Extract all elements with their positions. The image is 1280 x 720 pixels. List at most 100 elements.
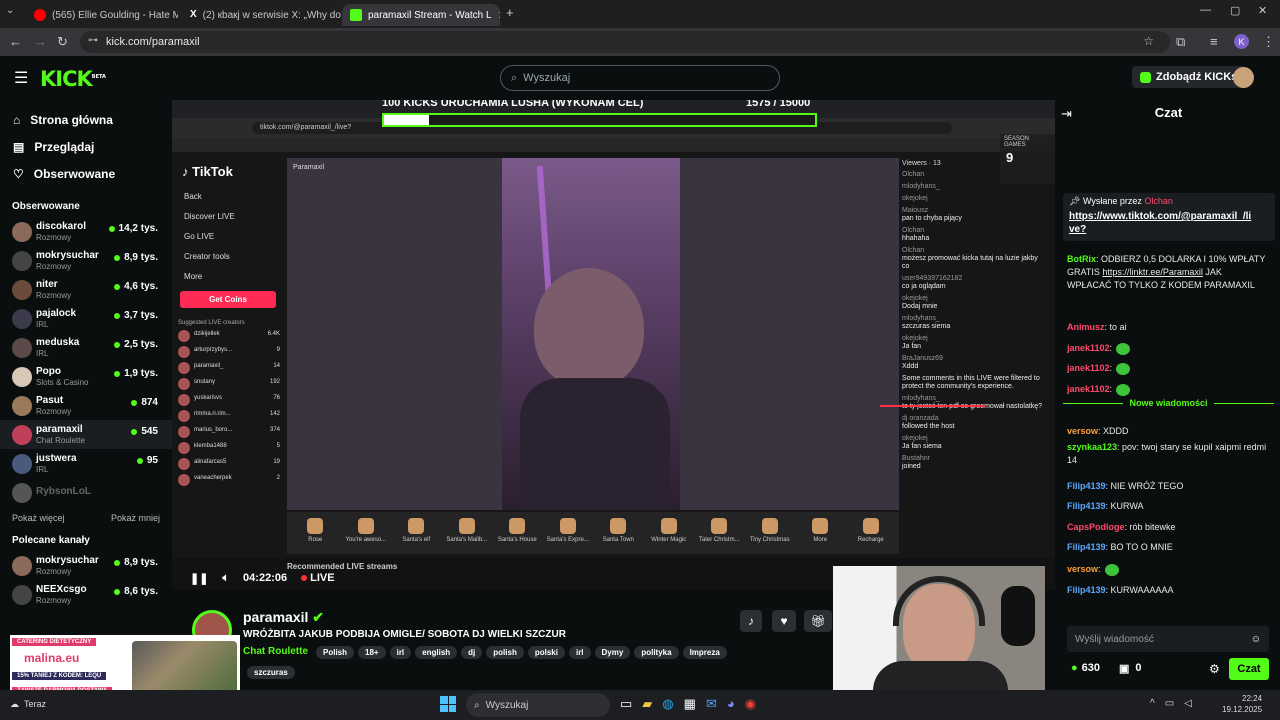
tag[interactable]: irl	[568, 646, 591, 659]
tag[interactable]: 18+	[358, 646, 386, 659]
edge-icon[interactable]: ◍	[662, 696, 673, 712]
close-icon[interactable]: ✕	[498, 9, 500, 22]
nav-home[interactable]: ⌂ Strona główna	[0, 106, 172, 133]
profile-avatar[interactable]: K	[1234, 34, 1249, 49]
volume-icon[interactable]: 🔈︎	[222, 572, 229, 585]
chat-link[interactable]: https://linktr.ee/Paramaxil	[1102, 267, 1203, 277]
notification-button[interactable]: ♪	[740, 610, 762, 632]
channel-avatar	[12, 366, 32, 387]
sidebar-channel[interactable]: meduska IRL 2,5 tys.	[0, 333, 172, 362]
tag[interactable]: polityka	[634, 646, 679, 659]
clock[interactable]: 22:24 19.12.2025	[1222, 693, 1262, 715]
tag[interactable]: Polish	[316, 646, 355, 659]
chat-username[interactable]: janek1102	[1067, 343, 1110, 353]
network-icon[interactable]: ▭	[1165, 698, 1174, 709]
search-input[interactable]: ⌕ Wyszukaj	[500, 65, 780, 91]
file-explorer-icon[interactable]: ▰	[642, 696, 652, 712]
sidebar-channel[interactable]: paramaxil Chat Roulette 545	[0, 420, 172, 449]
tag[interactable]: polski	[527, 646, 565, 659]
get-kicks-button[interactable]: Zdobądź KICKs	[1132, 66, 1246, 88]
chat-username[interactable]: BotRix	[1067, 254, 1096, 264]
chat-username[interactable]: versow	[1067, 564, 1098, 574]
sidebar-channel[interactable]: niter Rozmowy 4,6 tys.	[0, 275, 172, 304]
tag[interactable]: Dymy	[594, 646, 631, 659]
chat-username[interactable]: Filip4139	[1067, 501, 1106, 511]
gift-sub-button[interactable]: 🎁︎	[804, 610, 832, 632]
pinned-link[interactable]: https://www.tiktok.com/@paramaxil_/live?	[1069, 210, 1269, 236]
reload-icon[interactable]: ↻	[57, 34, 68, 50]
chat-username[interactable]: Animusz	[1067, 322, 1105, 332]
start-button[interactable]	[440, 696, 456, 712]
volume-icon[interactable]: ◁	[1184, 698, 1192, 709]
tag[interactable]: dj	[461, 646, 483, 659]
task-view-icon[interactable]: ▭	[620, 696, 632, 712]
tab-search-icon[interactable]: ⌄	[6, 5, 14, 16]
bookmark-star-icon[interactable]: ☆	[1143, 34, 1154, 48]
chat-username[interactable]: janek1102	[1067, 384, 1110, 394]
user-avatar[interactable]	[1233, 67, 1254, 88]
sidebar-channel[interactable]: justwera IRL 95	[0, 449, 172, 478]
tag[interactable]: english	[415, 646, 458, 659]
chat-input[interactable]: Wyślij wiadomość ☺	[1067, 626, 1269, 652]
kick-logo[interactable]: KICKBETA	[40, 67, 106, 91]
minimize-icon[interactable]: —	[1200, 4, 1211, 16]
points-counter[interactable]: ● 630	[1071, 662, 1100, 674]
sidebar-channel[interactable]: mokrysuchar Rozmowy 8,9 tys.	[0, 551, 172, 580]
settings-gear-icon[interactable]: ⚙	[1209, 662, 1220, 676]
back-icon[interactable]: ←	[9, 34, 22, 49]
browser-tab-kick[interactable]: paramaxil Stream - Watch L ✕	[342, 4, 500, 26]
window-close-icon[interactable]: ✕	[1258, 4, 1267, 17]
mail-icon[interactable]: ✉	[706, 696, 717, 712]
chat-username[interactable]: Filip4139	[1067, 481, 1106, 491]
emoji-icon[interactable]: ☺	[1251, 634, 1261, 645]
pause-icon[interactable]: ❚❚	[190, 572, 208, 585]
chat-username[interactable]: Filip4139	[1067, 542, 1106, 552]
show-more-button[interactable]: Pokaż więcej	[12, 513, 65, 523]
sidebar-channel[interactable]: Pasut Rozmowy 874	[0, 391, 172, 420]
media-icon[interactable]: ≡	[1210, 34, 1218, 49]
sidebar-channel[interactable]: pajalock IRL 3,7 tys.	[0, 304, 172, 333]
nav-browse[interactable]: ▤ Przeglądaj	[0, 133, 172, 160]
taskbar-search[interactable]: ⌕ Wyszukaj	[466, 693, 610, 717]
chat-username[interactable]: szynkaa123	[1067, 442, 1117, 452]
sidebar-channel[interactable]: mokrysuchar Rozmowy 8,9 tys.	[0, 246, 172, 275]
store-icon[interactable]: ▦	[684, 696, 696, 712]
discord-icon[interactable]: ◕	[727, 696, 735, 712]
channel-name[interactable]: paramaxil	[243, 609, 308, 625]
chat-username[interactable]: janek1102	[1067, 363, 1110, 373]
follow-button[interactable]: ♥	[772, 610, 796, 632]
nav-following[interactable]: ♡ Obserwowane	[0, 160, 172, 187]
extensions-icon[interactable]: ⧉	[1176, 34, 1185, 50]
chat-username[interactable]: Filip4139	[1067, 585, 1106, 595]
chrome-icon[interactable]: ◉	[745, 696, 756, 712]
maximize-icon[interactable]: ▢	[1230, 4, 1240, 17]
hamburger-menu-icon[interactable]: ☰	[14, 68, 28, 88]
chat-username[interactable]: CapsPodloge	[1067, 522, 1125, 532]
tag[interactable]: Impreza	[682, 646, 727, 659]
chat-username[interactable]: versow	[1067, 426, 1098, 436]
show-less-button[interactable]: Pokaż mniej	[111, 513, 160, 523]
gift-counter[interactable]: ▣ 0	[1119, 662, 1142, 675]
sidebar-channel[interactable]: NEEXcsgo Rozmowy 8,6 tys.	[0, 580, 172, 609]
forward-icon[interactable]: →	[34, 34, 47, 49]
address-bar[interactable]: ⊶ kick.com/paramaxil ☆	[80, 31, 1170, 53]
channel-category: Rozmowy	[36, 262, 72, 271]
new-tab-icon[interactable]: +	[506, 5, 514, 20]
sidebar-channel[interactable]: Popo Slots & Casino 1,9 tys.	[0, 362, 172, 391]
suggested-list: dzikijellek 6.4K arturprzybys... 9 paramaxil…	[172, 328, 284, 488]
sidebar-channel[interactable]: RybsonLoL	[0, 478, 172, 507]
tag[interactable]: szczuras	[247, 666, 295, 679]
chevron-up-icon[interactable]: ^	[1150, 698, 1155, 709]
browser-tab-youtube[interactable]: (565) Ellie Goulding - Hate Me ✕	[26, 4, 178, 26]
browser-tab-x[interactable]: X (2) кbакj w serwisie X: „Why do ✕	[182, 4, 342, 26]
tag[interactable]: polish	[486, 646, 524, 659]
menu-icon[interactable]: ⋮	[1262, 34, 1275, 50]
tag[interactable]: irl	[389, 646, 412, 659]
weather-widget[interactable]: ☁ Teraz	[10, 699, 46, 710]
send-chat-button[interactable]: Czat	[1229, 658, 1269, 680]
video-player[interactable]: kenajbby tiktok.com/@paramaxil_/live? ♪ …	[172, 100, 1055, 590]
sidebar-channel[interactable]: discokarol Rozmowy 14,2 tys.	[0, 217, 172, 246]
category-link[interactable]: Chat Roulette	[243, 646, 308, 657]
site-info-icon[interactable]: ⊶	[88, 35, 98, 46]
channel-avatar	[12, 453, 32, 474]
